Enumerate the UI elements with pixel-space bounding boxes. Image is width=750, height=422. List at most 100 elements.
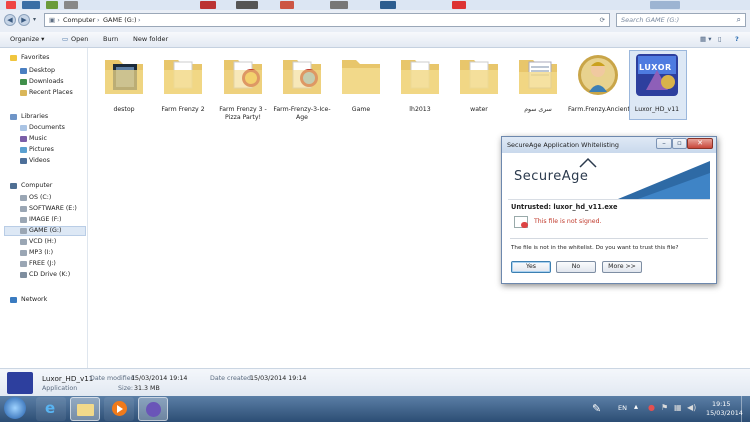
maximize-button[interactable]: ▫ xyxy=(672,138,687,149)
help-icon[interactable]: ? xyxy=(735,35,739,43)
drive-e-icon xyxy=(20,206,27,212)
taskbar-explorer-icon[interactable] xyxy=(70,397,100,421)
command-bar: Organize ▾ ▭ Open Burn New folder ▦ ▾ ▯ … xyxy=(0,32,750,48)
sidebar-item-cd-drive[interactable]: CD Drive (K:) xyxy=(29,271,70,278)
sidebar-favorites[interactable]: Favorites xyxy=(21,54,49,61)
clock-time[interactable]: 19:15 xyxy=(712,400,730,408)
folder-farm-frenzy-3-ice-age-icon[interactable] xyxy=(279,52,325,98)
folder-game-icon[interactable] xyxy=(338,52,384,98)
taskbar-media-player-icon[interactable] xyxy=(104,397,134,421)
minimize-button[interactable]: – xyxy=(656,138,672,149)
more-button[interactable]: More >> xyxy=(602,261,642,273)
sidebar-item-desktop[interactable]: Desktop xyxy=(29,67,55,74)
sidebar-item-downloads[interactable]: Downloads xyxy=(29,78,64,85)
dialog-warning-text: This file is not signed. xyxy=(534,218,602,225)
sidebar-item-videos[interactable]: Videos xyxy=(29,157,50,164)
title-bar xyxy=(0,0,750,10)
music-icon xyxy=(20,136,27,142)
sidebar-libraries[interactable]: Libraries xyxy=(21,113,48,120)
show-desktop-button[interactable] xyxy=(741,396,750,422)
sidebar-item-drive-j[interactable]: FREE (J:) xyxy=(29,260,56,267)
details-created-label: Date created: xyxy=(210,375,254,382)
keyboard-tray-icon[interactable]: ✎ xyxy=(592,402,601,415)
breadcrumb-computer[interactable]: Computer xyxy=(63,16,95,24)
taskbar: e ✎ EN ▴ ● ⚑ ▦ ◀) 19:15 15/03/2014 xyxy=(0,396,750,422)
sidebar-network[interactable]: Network xyxy=(21,296,47,303)
tray-security-icon[interactable]: ● xyxy=(648,403,655,412)
burn-button[interactable]: Burn xyxy=(103,35,118,43)
details-modified-value: 15/03/2014 19:14 xyxy=(131,375,188,382)
sidebar-item-drive-h[interactable]: VCD (H:) xyxy=(29,238,56,245)
sidebar-item-music[interactable]: Music xyxy=(29,135,47,142)
volume-icon[interactable]: ◀) xyxy=(687,403,696,412)
breadcrumb-game[interactable]: GAME (G:) xyxy=(103,16,137,24)
file-label[interactable]: water xyxy=(449,106,509,114)
sidebar-computer[interactable]: Computer xyxy=(21,182,52,189)
sidebar-item-recent-places[interactable]: Recent Places xyxy=(29,89,73,96)
file-label[interactable]: Farm.Frenzy.Ancient.Rome xyxy=(568,106,649,114)
file-label[interactable]: Farm Frenzy 3 - Pizza Party! xyxy=(213,106,273,122)
sidebar-item-drive-c[interactable]: OS (C:) xyxy=(29,194,51,201)
sidebar-item-drive-e[interactable]: SOFTWARE (E:) xyxy=(29,205,77,212)
organize-button[interactable]: Organize ▾ xyxy=(10,35,44,43)
secureage-logo-text: SecureAge xyxy=(514,169,589,184)
details-luxor-icon xyxy=(7,372,33,394)
luxor-app-icon[interactable]: LUXOR xyxy=(634,52,680,98)
language-indicator[interactable]: EN xyxy=(618,404,627,412)
tray-expand-icon[interactable]: ▴ xyxy=(634,402,638,411)
taskbar-ie-icon[interactable]: e xyxy=(36,397,66,421)
forward-button[interactable]: ▶ xyxy=(18,14,30,26)
open-button[interactable]: Open xyxy=(71,35,88,43)
view-options-icon[interactable]: ▦ ▾ xyxy=(700,35,711,43)
folder-farm-frenzy-2-icon[interactable] xyxy=(160,52,206,98)
folder-persian-name-icon[interactable] xyxy=(515,52,561,98)
refresh-icon[interactable]: ⟳ xyxy=(600,16,605,24)
folder-water-icon[interactable] xyxy=(456,52,502,98)
sidebar-item-drive-g[interactable]: GAME (G:) xyxy=(29,227,62,234)
file-label[interactable]: destop xyxy=(94,106,154,114)
unsigned-file-icon xyxy=(514,216,528,228)
no-button[interactable]: No xyxy=(556,261,596,273)
file-label-selected[interactable]: Luxor_HD_v11 xyxy=(627,106,687,114)
search-icon[interactable]: ⌕ xyxy=(737,15,741,25)
file-label[interactable]: Farm-Frenzy-3-Ice-Age xyxy=(272,106,332,122)
cd-drive-icon xyxy=(20,272,27,278)
close-button[interactable]: ✕ xyxy=(687,138,713,149)
recent-places-icon xyxy=(20,90,27,96)
preview-pane-icon[interactable]: ▯ xyxy=(718,35,722,43)
breadcrumb-separator-icon: › xyxy=(97,16,100,24)
search-placeholder: Search GAME (G:) xyxy=(621,16,680,24)
details-created-value: 15/03/2014 19:14 xyxy=(250,375,307,382)
drive-i-icon xyxy=(20,250,27,256)
yes-button[interactable]: Yes xyxy=(511,261,551,273)
farm-frenzy-ancient-rome-icon[interactable] xyxy=(575,52,621,98)
file-label[interactable]: Game xyxy=(331,106,391,114)
taskbar-secureage-icon[interactable] xyxy=(138,397,168,421)
back-button[interactable]: ◀ xyxy=(4,14,16,26)
file-label[interactable]: Farm Frenzy 2 xyxy=(153,106,213,114)
drive-j-icon xyxy=(20,261,27,267)
file-label[interactable]: lh2013 xyxy=(390,106,450,114)
start-button[interactable] xyxy=(4,397,26,419)
dialog-title-bar[interactable]: SecureAge Application Whitelisting – ▫ ✕ xyxy=(502,137,716,153)
details-modified-label: Date modified: xyxy=(90,375,137,382)
new-folder-button[interactable]: New folder xyxy=(133,35,168,43)
address-bar[interactable]: ▣ › Computer › GAME (G:) › ⟳ xyxy=(44,13,610,27)
sidebar-item-drive-f[interactable]: IMAGE (F:) xyxy=(29,216,62,223)
folder-farm-frenzy-3-pizza-icon[interactable] xyxy=(220,52,266,98)
clock-date[interactable]: 15/03/2014 xyxy=(706,409,743,417)
file-label[interactable]: سری سوم xyxy=(508,106,568,114)
breadcrumb-dropdown-icon[interactable]: › xyxy=(138,16,141,24)
folder-lh2013-icon[interactable] xyxy=(397,52,443,98)
action-center-flag-icon[interactable]: ⚑ xyxy=(661,403,668,412)
network-tray-icon[interactable]: ▦ xyxy=(674,403,682,412)
sidebar-item-documents[interactable]: Documents xyxy=(29,124,65,131)
recent-pages-chevron-icon[interactable]: ▾ xyxy=(33,16,36,23)
search-input[interactable]: Search GAME (G:) ⌕ xyxy=(616,13,746,27)
folder-destop-icon[interactable] xyxy=(101,52,147,98)
sidebar-item-pictures[interactable]: Pictures xyxy=(29,146,54,153)
desktop-icon xyxy=(20,68,27,74)
sidebar-item-drive-i[interactable]: MP3 (I:) xyxy=(29,249,53,256)
downloads-icon xyxy=(20,79,27,85)
documents-icon xyxy=(20,125,27,131)
